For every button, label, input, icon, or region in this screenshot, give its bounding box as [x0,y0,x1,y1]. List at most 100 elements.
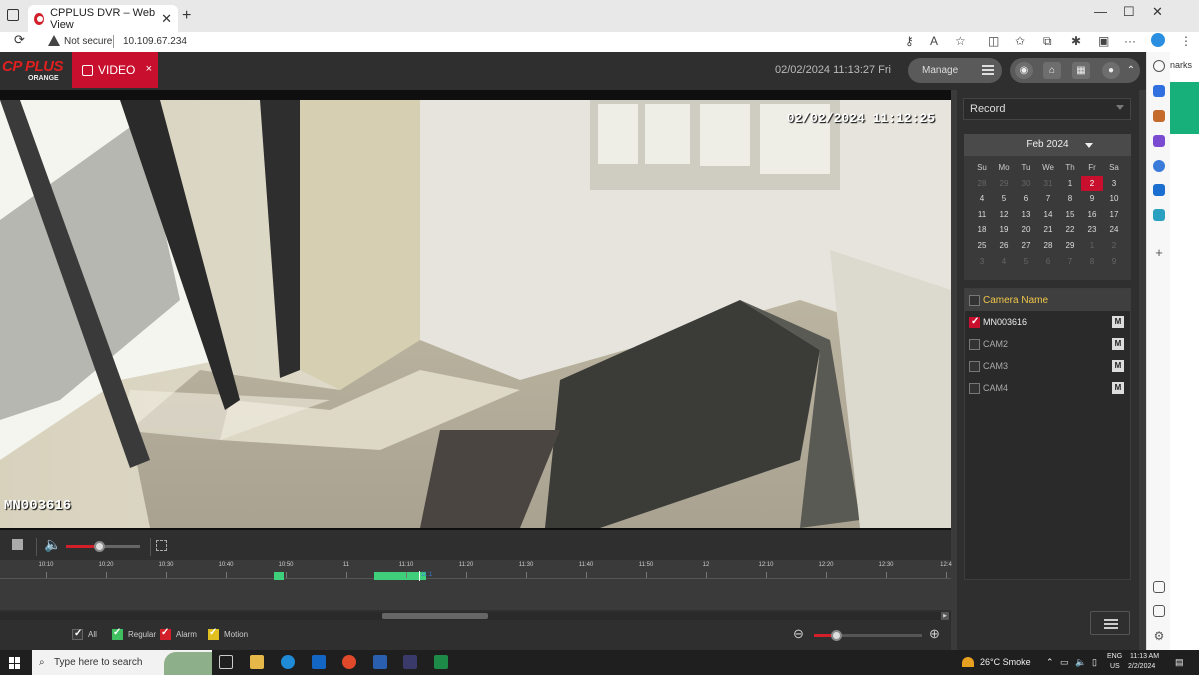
fit-screen-icon[interactable] [156,540,167,551]
zoom-in-icon[interactable]: ⊕ [929,626,940,642]
calendar-day[interactable]: 13 [1015,207,1037,223]
camera-mode-button[interactable]: M [1112,338,1124,350]
camera-row[interactable]: MN003616 M [965,311,1130,333]
close-window-button[interactable]: ✕ [1152,4,1163,20]
regular-checkbox[interactable] [112,627,123,640]
outlook-icon[interactable] [1153,184,1165,196]
calendar-day[interactable]: 16 [1081,207,1103,223]
games-icon[interactable] [1153,135,1165,147]
calendar-day[interactable]: 29 [1059,238,1081,254]
layout-grid-icon[interactable]: ▦ [1072,62,1090,79]
search-icon[interactable] [1153,60,1165,72]
calendar-day[interactable]: 14 [1037,207,1059,223]
volume-handle[interactable] [94,541,106,552]
record-type-select[interactable]: Record [963,98,1131,120]
camera-mode-button[interactable]: M [1112,316,1124,328]
video-tab-close-button[interactable]: × [146,63,152,75]
battery-icon[interactable]: ▯ [1092,657,1097,668]
network-icon[interactable]: ▭ [1060,657,1069,668]
windows-start-icon[interactable] [9,657,21,669]
new-tab-button[interactable]: + [182,7,191,25]
manage-button[interactable]: Manage [908,58,1002,83]
more-menu-button[interactable]: ··· [1124,34,1136,48]
shopping-icon[interactable] [1153,85,1165,97]
calendar-day[interactable]: 25 [971,238,993,254]
calendar-day[interactable]: 6 [1015,191,1037,207]
speaker-icon[interactable]: 🔈 [44,536,61,553]
extensions-icon[interactable]: ✱ [1071,34,1081,48]
tools-icon[interactable] [1153,110,1165,122]
reload-icon[interactable]: ⟳ [14,32,25,48]
calendar-day[interactable]: 19 [993,222,1015,238]
minimize-button[interactable]: — [1094,4,1107,19]
calendar-day[interactable]: 28 [1037,238,1059,254]
add-icon[interactable]: + [1153,246,1165,259]
select-all-cameras-checkbox[interactable] [969,294,980,306]
excel-icon[interactable] [434,655,448,669]
weather-text[interactable]: 26°C Smoke [980,657,1031,667]
calendar-day[interactable]: 8 [1059,191,1081,207]
chevron-up-icon[interactable]: ⌃ [1122,62,1140,79]
calendar-day[interactable]: 20 [1015,222,1037,238]
outlook-icon[interactable] [312,655,326,669]
legend-regular[interactable]: Regular [112,627,156,640]
tab-actions-icon[interactable] [7,9,19,21]
legend-motion[interactable]: Motion [208,627,248,640]
timeline-scrollbar[interactable]: ▶ [0,612,951,620]
calendar-day-selected[interactable]: 2 [1081,175,1103,192]
clock-date[interactable]: 2/2/2024 [1128,663,1155,670]
copilot-icon[interactable] [1151,33,1165,47]
maximize-button[interactable]: ☐ [1123,4,1135,20]
language-top[interactable]: ENG [1107,653,1122,660]
calendar-day[interactable]: 22 [1059,222,1081,238]
alarm-checkbox[interactable] [160,627,171,640]
timeline-zoom-slider[interactable] [814,630,922,641]
calendar-day[interactable]: 21 [1037,222,1059,238]
live-view-eye-icon[interactable]: ◉ [1015,62,1033,79]
store-icon[interactable] [373,655,387,669]
zoom-out-icon[interactable]: ⊖ [793,626,804,642]
camera-row[interactable]: CAM4 M [965,377,1130,399]
collections-icon[interactable]: ⧉ [1043,34,1052,49]
timeline[interactable]: 11:1 10:10 10:20 10:30 10:40 10:50 11 11:10 11:… [0,560,952,610]
calendar-day[interactable]: 15 [1059,207,1081,223]
camera-checkbox[interactable] [969,338,980,350]
tab-close-button[interactable]: ✕ [161,11,172,27]
hide-sidebar-icon[interactable] [1153,581,1165,593]
scrollbar-thumb[interactable] [382,613,488,619]
camera-checkbox[interactable] [969,360,980,372]
not-secure-warning-icon[interactable] [48,35,60,46]
settings-gear-icon[interactable]: ⚙ [1153,630,1165,642]
security-label[interactable]: Not secure [64,36,112,47]
file-explorer-icon[interactable] [250,655,264,669]
taskbar-search[interactable]: ⌕ Type here to search [32,650,212,675]
chrome-icon[interactable] [342,655,356,669]
camera-row[interactable]: CAM3 M [965,355,1130,377]
m365-icon[interactable] [1153,160,1165,172]
favorites-icon[interactable]: ✩ [1015,34,1025,48]
calendar-day[interactable]: 17 [1103,207,1125,223]
all-checkbox[interactable] [72,628,83,640]
weather-icon[interactable] [962,657,974,667]
language-bottom[interactable]: US [1110,663,1120,670]
calendar-day[interactable]: 26 [993,238,1015,254]
camera-video-feed[interactable]: 02/02/2024 11:12:25 MN003616 [0,100,951,528]
file-list-button[interactable] [1090,611,1130,635]
camera-checkbox[interactable] [969,382,980,394]
password-key-icon[interactable]: ⚷ [905,34,914,48]
calendar-day[interactable]: 23 [1081,222,1103,238]
legend-all[interactable]: All [72,628,97,640]
motion-checkbox[interactable] [208,627,219,640]
sidebar-menu-icon[interactable]: ⋮ [1180,34,1192,48]
app-icon[interactable] [403,655,417,669]
tab-video[interactable]: VIDEO × [72,52,158,88]
calendar-month-selector[interactable]: Feb 2024 [964,134,1131,156]
task-view-icon[interactable] [219,655,233,669]
camera-checkbox[interactable] [969,316,980,328]
favorite-star-icon[interactable]: ☆ [955,34,966,48]
scroll-right-arrow[interactable]: ▶ [941,612,949,620]
recording-segment[interactable] [274,572,284,580]
camera-mode-button[interactable]: M [1112,360,1124,372]
clock-time[interactable]: 11:13 AM [1130,653,1159,660]
notifications-icon[interactable]: ▤ [1175,657,1184,668]
